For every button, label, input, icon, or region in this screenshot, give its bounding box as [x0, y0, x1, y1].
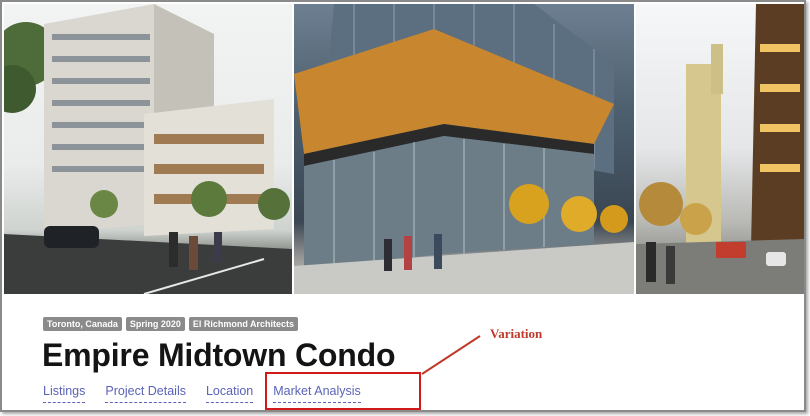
nav-link-listings[interactable]: Listings: [43, 384, 86, 403]
hero-image-residential-building: [4, 4, 292, 294]
nav-link-project-details[interactable]: Project Details: [105, 384, 186, 403]
tag-season[interactable]: Spring 2020: [125, 317, 185, 331]
annotation-label: Variation: [490, 326, 543, 341]
page-title: Empire Midtown Condo: [42, 337, 396, 373]
tag-location[interactable]: Toronto, Canada: [43, 317, 122, 331]
tag-architect[interactable]: El Richmond Architects: [188, 317, 299, 331]
hero-image-street-view: [636, 4, 804, 294]
screenshot-frame: Toronto, Canada Spring 2020 El Richmond …: [0, 0, 806, 412]
hero-image-gallery: [4, 4, 804, 294]
annotation-highlight-box: [265, 372, 421, 410]
nav-link-location[interactable]: Location: [205, 384, 254, 403]
hero-image-glass-tower: [294, 4, 634, 294]
project-tags: Toronto, Canada Spring 2020 El Richmond …: [43, 317, 299, 331]
